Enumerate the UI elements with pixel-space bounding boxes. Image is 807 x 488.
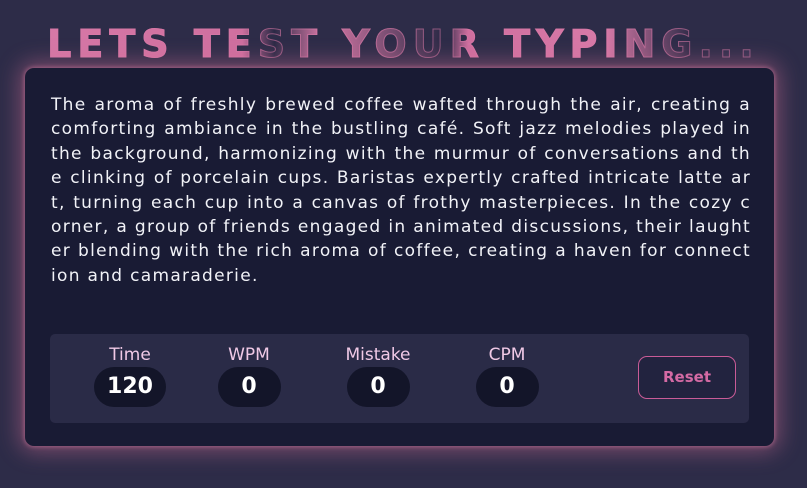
page-title: LETS TEST YOUR TYPING... [0, 22, 807, 67]
stat-mistake-value: 0 [346, 367, 410, 407]
stat-time: Time 120 [80, 344, 180, 407]
stat-time-value: 120 [94, 367, 166, 407]
reset-button[interactable]: Reset [638, 356, 736, 399]
stat-cpm-label: CPM [488, 345, 526, 365]
stat-mistake-label: Mistake [345, 345, 411, 365]
stat-cpm: CPM 0 [457, 344, 557, 407]
stat-wpm: WPM 0 [199, 344, 299, 407]
stat-time-label: Time [109, 345, 151, 365]
stat-wpm-label: WPM [228, 345, 270, 365]
stat-wpm-value: 0 [217, 367, 281, 407]
typing-card: The aroma of freshly brewed coffee wafte… [25, 68, 774, 446]
stat-cpm-value: 0 [475, 367, 539, 407]
typing-paragraph[interactable]: The aroma of freshly brewed coffee wafte… [51, 93, 751, 288]
stat-mistake: Mistake 0 [328, 344, 428, 407]
stats-bar: Time 120 WPM 0 Mistake 0 CPM 0 Reset [50, 334, 749, 423]
